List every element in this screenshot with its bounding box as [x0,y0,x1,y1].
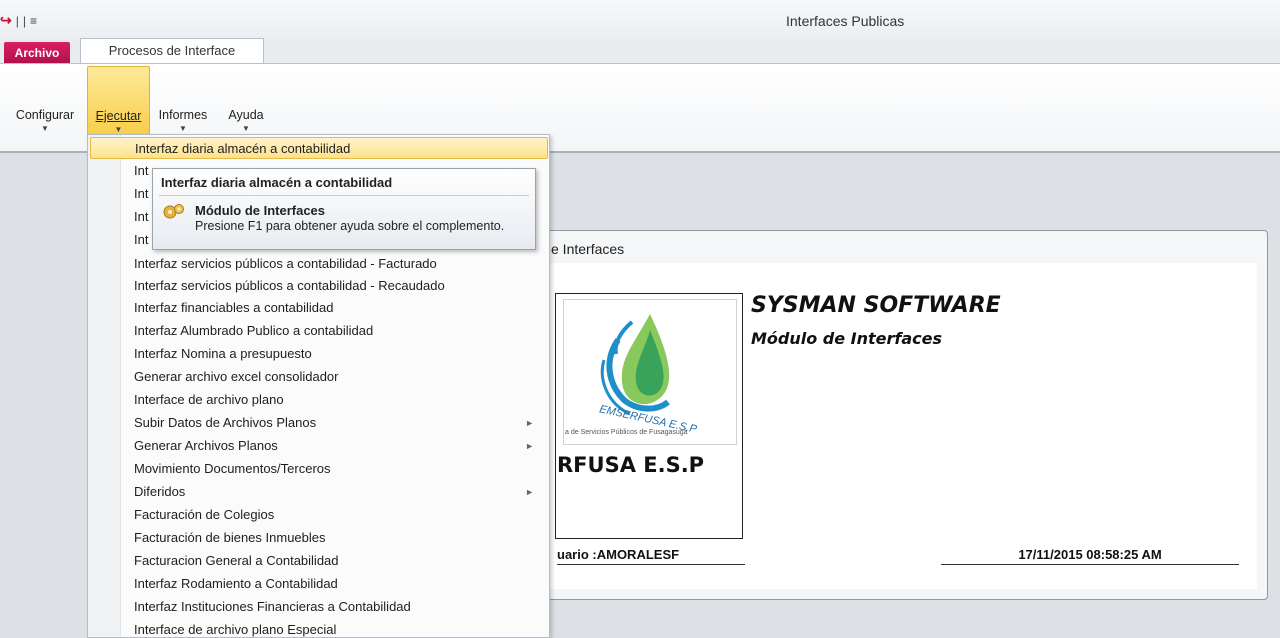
menu-item[interactable]: Diferidos ► [90,481,548,503]
menu-item[interactable]: Interfaz financiables a contabilidad [90,297,548,319]
module-window-body: EMSERFUSA E.S.P a de Servicios Públicos … [545,263,1257,589]
menu-item[interactable]: Interfaz Rodamiento a Contabilidad [90,573,548,595]
configurar-label: Configurar [15,108,75,122]
informes-label: Informes [158,108,208,122]
app-icon[interactable]: ↪ [0,12,12,29]
brand-subtitle: Módulo de Interfaces [751,329,943,348]
tooltip-divider [159,195,529,196]
menu-item-label: Interfaz Nomina a presupuesto [134,346,312,361]
menu-item-label: Int [134,232,149,247]
separator-icon: | [22,13,26,28]
tab-archivo[interactable]: Archivo [4,42,70,64]
menu-item-label: Facturación de Colegios [134,507,275,522]
menu-item[interactable]: Generar archivo excel consolidador [90,366,548,388]
tab-procesos-de-interface[interactable]: Procesos de Interface [80,38,264,65]
chevron-down-icon: ▼ [114,125,123,134]
ejecutar-label: Ejecutar [95,109,142,123]
menu-item-label: Movimiento Documentos/Terceros [134,461,331,476]
menu-item[interactable]: Interfaz servicios públicos a contabilid… [90,253,548,275]
logo-caption: a de Servicios Públicos de Fusagasugá [565,429,688,436]
menu-item-label: Subir Datos de Archivos Planos [134,415,317,430]
window-title: Interfaces Publicas [786,13,905,29]
menu-item-label: Interfaz diaria almacén a contabilidad [135,141,351,156]
menu-item[interactable]: Interfaz servicios públicos a contabilid… [90,275,548,297]
ayuda-button[interactable]: Ayuda ▼ [220,66,272,136]
gear-cluster-icon [163,203,185,224]
menu-item-label: Interfaz financiables a contabilidad [134,300,334,315]
menu-item-label: Interface de archivo plano [134,392,284,407]
menu-item[interactable]: Facturacion General a Contabilidad [90,550,548,572]
chevron-right-icon: ► [525,418,534,428]
title-bar: ↪ | | ≡ Interfaces Publicas [0,0,1280,38]
separator-icon: | [15,13,19,28]
user-label: uario :AMORALESF [557,547,745,565]
menu-item[interactable]: Generar Archivos Planos ► [90,435,548,457]
menu-item-label: Interface de archivo plano Especial [134,622,337,637]
menu-item-label: Generar Archivos Planos [134,438,278,453]
chevron-right-icon: ► [525,441,534,451]
menu-item-label: Interfaz Alumbrado Publico a contabilida… [134,323,374,338]
menu-item[interactable]: Facturación de Colegios [90,504,548,526]
company-name: RFUSA E.S.P [557,453,705,477]
tooltip-heading: Módulo de Interfaces [195,203,326,218]
menu-item[interactable]: Interfaz Instituciones Financieras a Con… [90,596,548,618]
chevron-down-icon: ▼ [179,124,187,133]
menu-item-label: Interfaz Rodamiento a Contabilidad [134,576,338,591]
menu-item-label: Interfaz Instituciones Financieras a Con… [134,599,411,614]
customize-toolbar-icon[interactable]: ≡ [30,14,37,28]
tooltip-description: Presione F1 para obtener ayuda sobre el … [195,219,505,233]
ejecutar-button[interactable]: Ejecutar ▼ [87,66,150,136]
menu-item-label: Interfaz servicios públicos a contabilid… [134,278,445,293]
ayuda-label: Ayuda [228,108,264,122]
datetime-label: 17/11/2015 08:58:25 AM [941,547,1239,565]
configurar-button[interactable]: Configurar ▼ [6,66,84,136]
chevron-down-icon: ▼ [41,124,49,133]
menu-item[interactable]: Interfaz Nomina a presupuesto [90,343,548,365]
menu-item-label: Int [134,209,149,224]
menu-item-label: Interfaz servicios públicos a contabilid… [134,256,437,271]
menu-item-label: Generar archivo excel consolidador [134,369,339,384]
module-window: e Interfaces EMSERFUSA E.S.P a de Servic… [534,230,1268,600]
brand-title: SYSMAN SOFTWARE [751,293,1001,318]
menu-item-label: Diferidos [134,484,186,499]
menu-tooltip: Interfaz diaria almacén a contabilidad M… [152,168,536,250]
menu-item-label: Int [134,186,149,201]
menu-item[interactable]: Movimiento Documentos/Terceros [90,458,548,480]
module-window-title: e Interfaces [551,241,625,257]
menu-item[interactable]: Interface de archivo plano [90,389,548,411]
menu-item-label: Facturacion General a Contabilidad [134,553,339,568]
menu-item[interactable]: Subir Datos de Archivos Planos ► [90,412,548,434]
menu-item-label: Int [134,163,149,178]
menu-item[interactable]: Facturación de bienes Inmuebles [90,527,548,549]
tooltip-title: Interfaz diaria almacén a contabilidad [161,175,393,190]
informes-button[interactable]: Informes ▼ [151,66,215,136]
menu-item[interactable]: Interface de archivo plano Especial [90,619,548,638]
chevron-down-icon: ▼ [242,124,250,133]
menu-item[interactable]: Interfaz Alumbrado Publico a contabilida… [90,320,548,342]
quick-access-toolbar: ↪ | | ≡ [0,12,37,29]
ribbon-tabs: Archivo Procesos de Interface [0,38,1280,65]
chevron-right-icon: ► [525,487,534,497]
menu-item[interactable]: Interfaz diaria almacén a contabilidad [90,137,548,159]
menu-item-label: Facturación de bienes Inmuebles [134,530,326,545]
